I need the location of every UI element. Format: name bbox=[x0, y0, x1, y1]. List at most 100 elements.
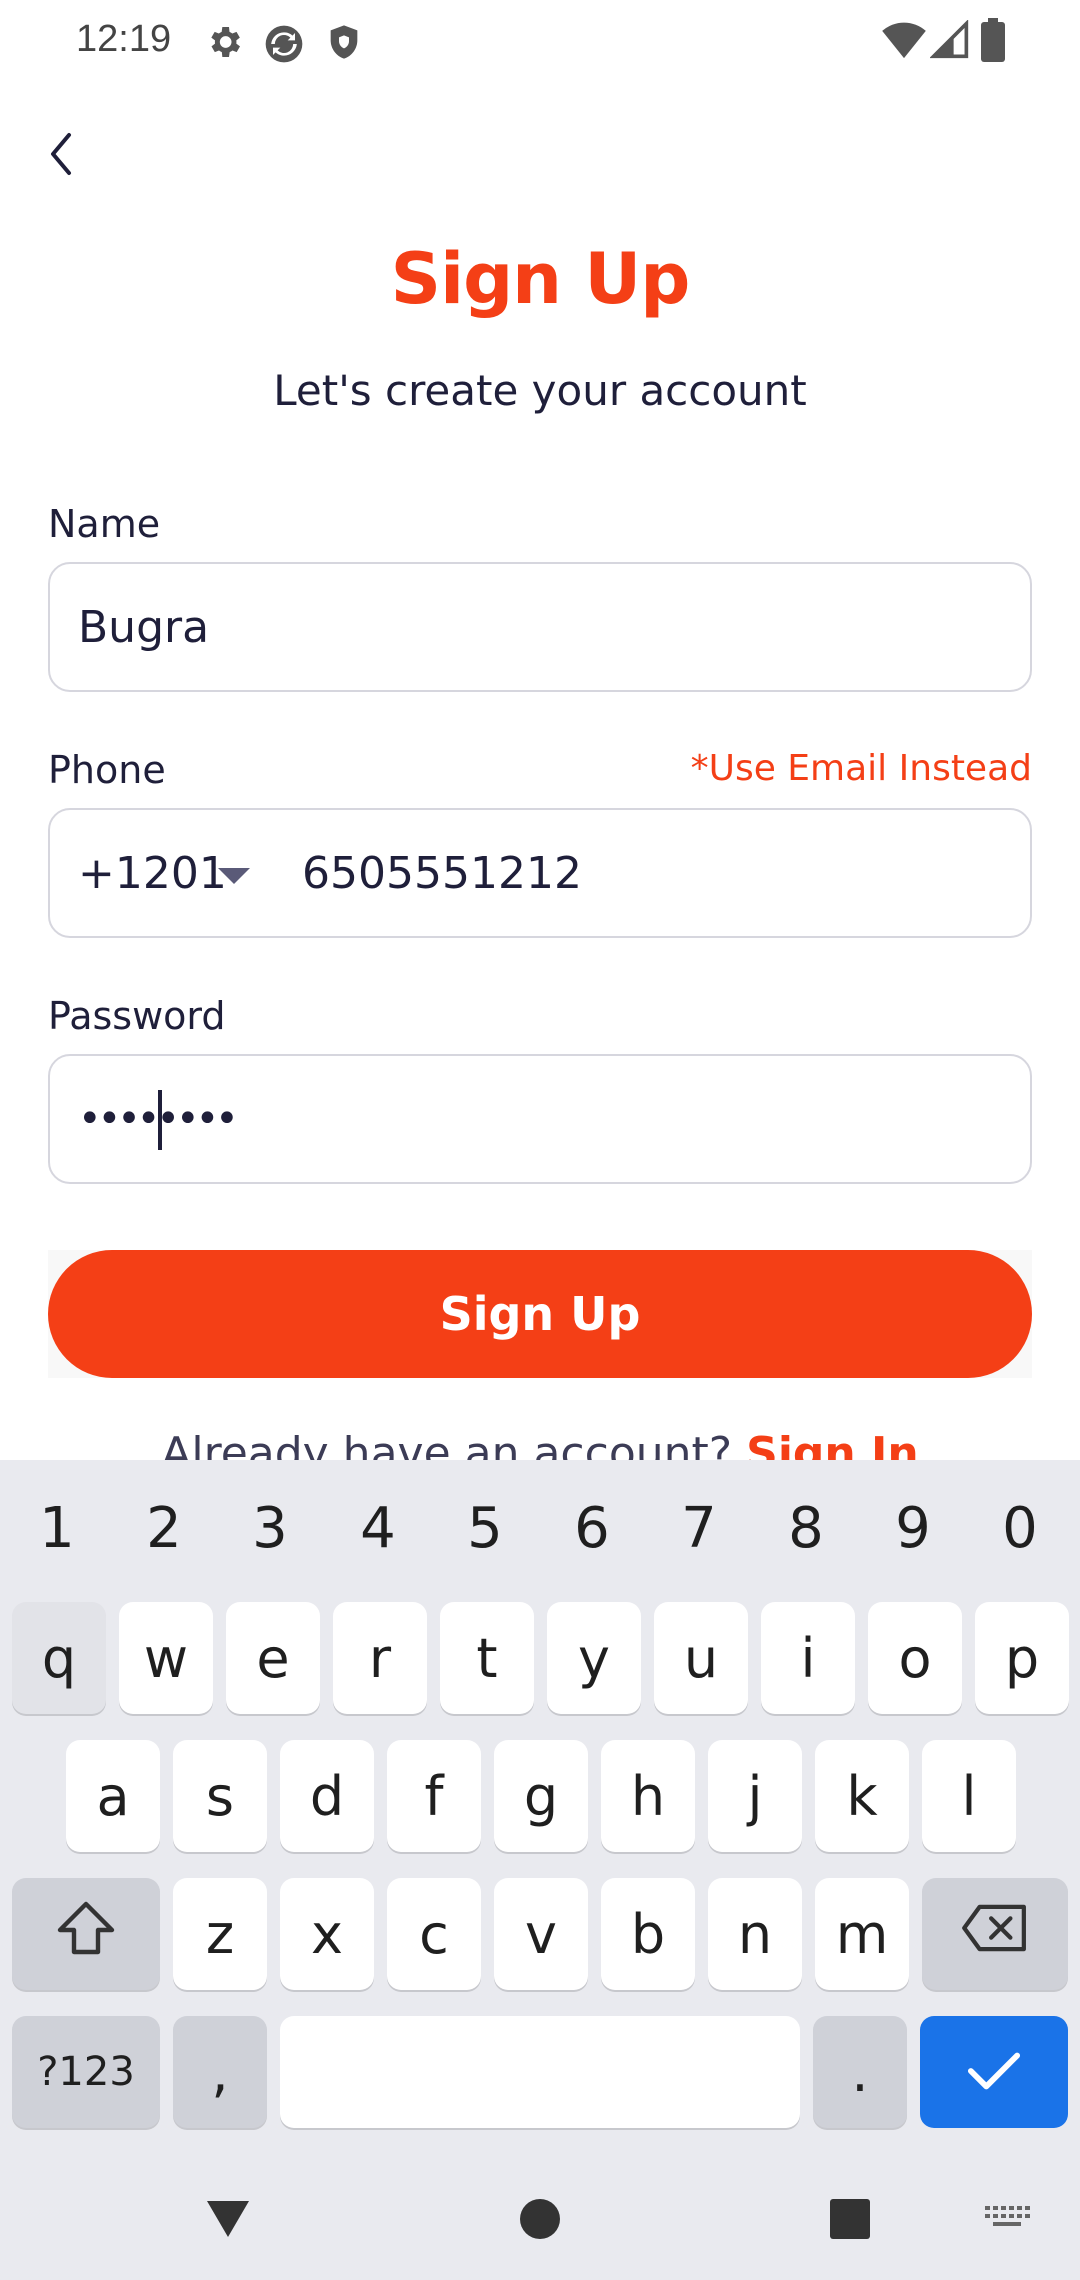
key-e[interactable]: e bbox=[226, 1602, 320, 1714]
key-z[interactable]: z bbox=[173, 1878, 267, 1990]
back-button[interactable] bbox=[32, 122, 88, 190]
key-1[interactable]: 1 bbox=[17, 1496, 97, 1561]
comma-key[interactable]: , bbox=[173, 2016, 267, 2128]
key-r[interactable]: r bbox=[333, 1602, 427, 1714]
key-x[interactable]: x bbox=[280, 1878, 374, 1990]
key-v[interactable]: v bbox=[494, 1878, 588, 1990]
key-7[interactable]: 7 bbox=[659, 1496, 739, 1561]
recents-square-icon bbox=[828, 2197, 872, 2245]
key-6[interactable]: 6 bbox=[552, 1496, 632, 1561]
key-c-label: c bbox=[419, 1902, 449, 1966]
key-k-label: k bbox=[846, 1764, 878, 1828]
password-field[interactable]: •••••••• bbox=[48, 1054, 1032, 1184]
name-label: Name bbox=[48, 502, 161, 546]
key-0[interactable]: 0 bbox=[980, 1496, 1060, 1561]
phone-number-input[interactable]: 6505551212 bbox=[302, 848, 582, 899]
shield-icon bbox=[324, 22, 364, 62]
shift-key[interactable] bbox=[12, 1878, 160, 1990]
shift-icon bbox=[56, 1900, 116, 1969]
key-u[interactable]: u bbox=[654, 1602, 748, 1714]
sync-icon bbox=[262, 22, 306, 66]
signup-button[interactable]: Sign Up bbox=[48, 1250, 1032, 1378]
key-u-label: u bbox=[683, 1626, 719, 1690]
period-key-label: . bbox=[851, 2040, 869, 2104]
phone-label: Phone bbox=[48, 748, 166, 792]
keyboard-switch-button[interactable] bbox=[972, 2186, 1042, 2256]
nav-back-button[interactable] bbox=[193, 2186, 263, 2256]
caret-down-icon bbox=[216, 866, 252, 890]
key-o-label: o bbox=[898, 1626, 932, 1690]
status-time: 12:19 bbox=[76, 18, 172, 60]
key-f[interactable]: f bbox=[387, 1740, 481, 1852]
key-q-label: q bbox=[41, 1626, 77, 1690]
soft-keyboard: 1 2 3 4 5 6 7 8 9 0 q w e r t y u i o p … bbox=[0, 1460, 1080, 2280]
key-8[interactable]: 8 bbox=[766, 1496, 846, 1561]
key-e-label: e bbox=[256, 1626, 290, 1690]
key-h[interactable]: h bbox=[601, 1740, 695, 1852]
key-l[interactable]: l bbox=[922, 1740, 1016, 1852]
key-3[interactable]: 3 bbox=[230, 1496, 310, 1561]
key-h-label: h bbox=[630, 1764, 666, 1828]
page-title: Sign Up bbox=[390, 238, 691, 320]
key-n-label: n bbox=[737, 1902, 773, 1966]
country-code-value: +1201 bbox=[78, 848, 227, 899]
password-label: Password bbox=[48, 994, 226, 1038]
navigation-bar bbox=[0, 2160, 1080, 2280]
period-key[interactable]: . bbox=[813, 2016, 907, 2128]
key-s[interactable]: s bbox=[173, 1740, 267, 1852]
key-b-label: b bbox=[630, 1902, 666, 1966]
key-g[interactable]: g bbox=[494, 1740, 588, 1852]
key-n[interactable]: n bbox=[708, 1878, 802, 1990]
key-f-label: f bbox=[424, 1764, 444, 1828]
key-p-label: p bbox=[1004, 1626, 1040, 1690]
country-code-dropdown[interactable]: +1201 bbox=[50, 810, 270, 936]
signup-screen: 12:19 Sign Up Let's create your account … bbox=[0, 0, 1080, 2280]
page-subtitle: Let's create your account bbox=[273, 366, 807, 415]
nav-home-button[interactable] bbox=[505, 2186, 575, 2256]
name-value: Bugra bbox=[78, 602, 210, 653]
phone-field: +1201 6505551212 bbox=[48, 808, 1032, 938]
space-key[interactable] bbox=[280, 2016, 800, 2128]
key-d[interactable]: d bbox=[280, 1740, 374, 1852]
symbols-key[interactable]: ?123 bbox=[12, 2016, 160, 2128]
password-value: •••••••• bbox=[78, 1096, 239, 1142]
home-circle-icon bbox=[518, 2197, 562, 2245]
key-k[interactable]: k bbox=[815, 1740, 909, 1852]
key-a-label: a bbox=[96, 1764, 130, 1828]
gear-icon bbox=[204, 22, 244, 62]
name-field[interactable]: Bugra bbox=[48, 562, 1032, 692]
key-i[interactable]: i bbox=[761, 1602, 855, 1714]
text-cursor bbox=[158, 1090, 162, 1150]
backspace-icon bbox=[960, 1903, 1030, 1966]
key-y-label: y bbox=[578, 1626, 610, 1690]
key-a[interactable]: a bbox=[66, 1740, 160, 1852]
key-w-label: w bbox=[143, 1626, 189, 1690]
checkmark-icon bbox=[967, 2041, 1021, 2104]
key-l-label: l bbox=[961, 1764, 977, 1828]
battery-icon bbox=[980, 18, 1006, 62]
key-2[interactable]: 2 bbox=[124, 1496, 204, 1561]
key-q[interactable]: q bbox=[12, 1602, 106, 1714]
key-9[interactable]: 9 bbox=[873, 1496, 953, 1561]
symbols-key-label: ?123 bbox=[37, 2049, 135, 2095]
key-y[interactable]: y bbox=[547, 1602, 641, 1714]
use-email-link[interactable]: *Use Email Instead bbox=[691, 748, 1032, 789]
key-r-label: r bbox=[368, 1626, 392, 1690]
key-5[interactable]: 5 bbox=[445, 1496, 525, 1561]
key-m[interactable]: m bbox=[815, 1878, 909, 1990]
key-o[interactable]: o bbox=[868, 1602, 962, 1714]
back-triangle-icon bbox=[203, 2197, 253, 2245]
key-w[interactable]: w bbox=[119, 1602, 213, 1714]
comma-key-label: , bbox=[211, 2040, 229, 2104]
nav-recents-button[interactable] bbox=[815, 2186, 885, 2256]
key-i-label: i bbox=[800, 1626, 816, 1690]
key-c[interactable]: c bbox=[387, 1878, 481, 1990]
key-p[interactable]: p bbox=[975, 1602, 1069, 1714]
enter-key[interactable] bbox=[920, 2016, 1068, 2128]
key-t[interactable]: t bbox=[440, 1602, 534, 1714]
backspace-key[interactable] bbox=[922, 1878, 1068, 1990]
key-d-label: d bbox=[309, 1764, 345, 1828]
key-4[interactable]: 4 bbox=[338, 1496, 418, 1561]
key-b[interactable]: b bbox=[601, 1878, 695, 1990]
key-j[interactable]: j bbox=[708, 1740, 802, 1852]
